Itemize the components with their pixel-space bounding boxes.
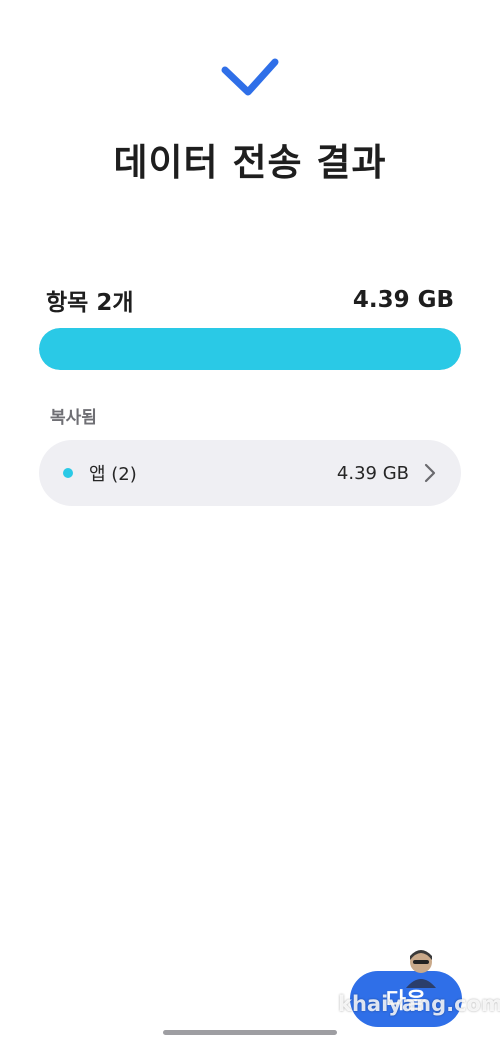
- category-color-dot: [63, 468, 73, 478]
- transfer-result-screen: 데이터 전송 결과 항목 2개 4.39 GB 복사됨 앱 (2) 4.39 G…: [0, 0, 500, 1044]
- category-item-apps[interactable]: 앱 (2) 4.39 GB: [39, 440, 461, 506]
- copied-section-label: 복사됨: [50, 408, 97, 428]
- home-indicator[interactable]: [163, 1030, 337, 1035]
- page-title: 데이터 전송 결과: [113, 141, 387, 184]
- watermark: khaiyang.com: [338, 992, 500, 1016]
- category-name: 앱 (2): [89, 464, 137, 485]
- category-size: 4.39 GB: [336, 462, 409, 484]
- check-icon: [221, 58, 279, 96]
- avatar: [406, 950, 436, 988]
- chevron-right-icon: [424, 463, 436, 483]
- item-count: 항목 2개: [46, 290, 134, 316]
- progress-fill: [39, 328, 461, 370]
- transfer-progress-bar: [39, 328, 461, 370]
- summary-row: 항목 2개 4.39 GB: [46, 284, 454, 316]
- total-size: 4.39 GB: [352, 287, 454, 313]
